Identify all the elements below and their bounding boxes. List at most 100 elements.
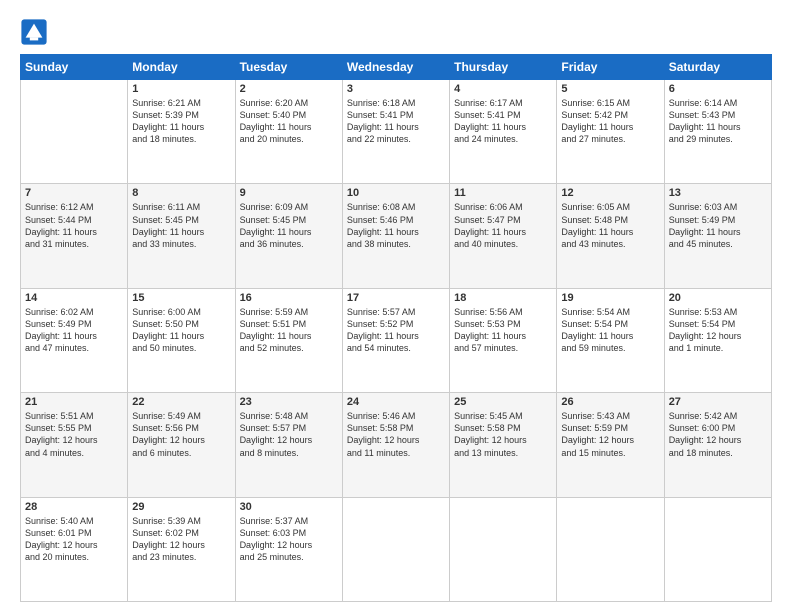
day-info: Sunrise: 5:42 AM Sunset: 6:00 PM Dayligh… bbox=[669, 410, 767, 459]
calendar-cell: 17 Sunrise: 5:57 AM Sunset: 5:52 PM Dayli… bbox=[342, 288, 449, 392]
calendar-cell bbox=[342, 497, 449, 601]
day-info: Sunrise: 6:11 AM Sunset: 5:45 PM Dayligh… bbox=[132, 201, 230, 250]
day-number: 15 bbox=[132, 292, 230, 304]
calendar-cell: 4 Sunrise: 6:17 AM Sunset: 5:41 PM Daylig… bbox=[450, 80, 557, 184]
calendar-cell: 16Sunrise: 5:59 AM Sunset: 5:51 PM Dayli… bbox=[235, 288, 342, 392]
day-number: 20 bbox=[669, 292, 767, 304]
day-number: 11 bbox=[454, 187, 552, 199]
day-number: 5 bbox=[561, 83, 659, 95]
day-info: Sunrise: 6:09 AM Sunset: 5:45 PM Dayligh… bbox=[240, 201, 338, 250]
calendar-cell: 20 Sunrise: 5:53 AM Sunset: 5:54 PM Dayli… bbox=[664, 288, 771, 392]
day-info: Sunrise: 6:18 AM Sunset: 5:41 PM Dayligh… bbox=[347, 97, 445, 146]
day-number: 16 bbox=[240, 292, 338, 304]
calendar-cell: 9Sunrise: 6:09 AM Sunset: 5:45 PM Daylig… bbox=[235, 184, 342, 288]
calendar-week-row: 21 Sunrise: 5:51 AM Sunset: 5:55 PM Dayli… bbox=[21, 393, 772, 497]
day-info: Sunrise: 5:37 AM Sunset: 6:03 PM Dayligh… bbox=[240, 515, 338, 564]
day-info: Sunrise: 6:06 AM Sunset: 5:47 PM Dayligh… bbox=[454, 201, 552, 250]
day-info: Sunrise: 6:00 AM Sunset: 5:50 PM Dayligh… bbox=[132, 306, 230, 355]
calendar-table: SundayMondayTuesdayWednesdayThursdayFrid… bbox=[20, 54, 772, 602]
day-number: 27 bbox=[669, 396, 767, 408]
day-number: 12 bbox=[561, 187, 659, 199]
weekday-header: Sunday bbox=[21, 55, 128, 80]
calendar-cell: 2 Sunrise: 6:20 AM Sunset: 5:40 PM Daylig… bbox=[235, 80, 342, 184]
day-number: 19 bbox=[561, 292, 659, 304]
calendar-cell: 14 Sunrise: 6:02 AM Sunset: 5:49 PM Dayli… bbox=[21, 288, 128, 392]
day-number: 8 bbox=[132, 187, 230, 199]
day-info: Sunrise: 5:49 AM Sunset: 5:56 PM Dayligh… bbox=[132, 410, 230, 459]
day-number: 24 bbox=[347, 396, 445, 408]
weekday-header: Wednesday bbox=[342, 55, 449, 80]
day-info: Sunrise: 6:15 AM Sunset: 5:42 PM Dayligh… bbox=[561, 97, 659, 146]
calendar-cell bbox=[664, 497, 771, 601]
day-info: Sunrise: 5:48 AM Sunset: 5:57 PM Dayligh… bbox=[240, 410, 338, 459]
day-number: 21 bbox=[25, 396, 123, 408]
day-info: Sunrise: 5:51 AM Sunset: 5:55 PM Dayligh… bbox=[25, 410, 123, 459]
day-number: 17 bbox=[347, 292, 445, 304]
day-number: 23 bbox=[240, 396, 338, 408]
day-number: 1 bbox=[132, 83, 230, 95]
weekday-header: Thursday bbox=[450, 55, 557, 80]
day-number: 18 bbox=[454, 292, 552, 304]
calendar-cell: 23 Sunrise: 5:48 AM Sunset: 5:57 PM Dayli… bbox=[235, 393, 342, 497]
calendar-cell: 26 Sunrise: 5:43 AM Sunset: 5:59 PM Dayli… bbox=[557, 393, 664, 497]
calendar-week-row: 7Sunrise: 6:12 AM Sunset: 5:44 PM Daylig… bbox=[21, 184, 772, 288]
calendar-cell: 10 Sunrise: 6:08 AM Sunset: 5:46 PM Dayli… bbox=[342, 184, 449, 288]
day-number: 25 bbox=[454, 396, 552, 408]
day-number: 13 bbox=[669, 187, 767, 199]
calendar-cell: 19 Sunrise: 5:54 AM Sunset: 5:54 PM Dayli… bbox=[557, 288, 664, 392]
day-info: Sunrise: 6:05 AM Sunset: 5:48 PM Dayligh… bbox=[561, 201, 659, 250]
day-number: 14 bbox=[25, 292, 123, 304]
calendar-cell: 8 Sunrise: 6:11 AM Sunset: 5:45 PM Daylig… bbox=[128, 184, 235, 288]
calendar-cell bbox=[450, 497, 557, 601]
day-number: 2 bbox=[240, 83, 338, 95]
weekday-header: Monday bbox=[128, 55, 235, 80]
day-info: Sunrise: 5:43 AM Sunset: 5:59 PM Dayligh… bbox=[561, 410, 659, 459]
header bbox=[20, 18, 772, 46]
calendar-cell: 7Sunrise: 6:12 AM Sunset: 5:44 PM Daylig… bbox=[21, 184, 128, 288]
calendar-cell: 13Sunrise: 6:03 AM Sunset: 5:49 PM Dayli… bbox=[664, 184, 771, 288]
day-info: Sunrise: 5:45 AM Sunset: 5:58 PM Dayligh… bbox=[454, 410, 552, 459]
calendar-cell: 1 Sunrise: 6:21 AM Sunset: 5:39 PM Daylig… bbox=[128, 80, 235, 184]
day-number: 6 bbox=[669, 83, 767, 95]
day-info: Sunrise: 6:02 AM Sunset: 5:49 PM Dayligh… bbox=[25, 306, 123, 355]
day-info: Sunrise: 5:46 AM Sunset: 5:58 PM Dayligh… bbox=[347, 410, 445, 459]
day-info: Sunrise: 6:08 AM Sunset: 5:46 PM Dayligh… bbox=[347, 201, 445, 250]
calendar-cell: 6Sunrise: 6:14 AM Sunset: 5:43 PM Daylig… bbox=[664, 80, 771, 184]
calendar-cell: 18 Sunrise: 5:56 AM Sunset: 5:53 PM Dayli… bbox=[450, 288, 557, 392]
calendar-cell: 25 Sunrise: 5:45 AM Sunset: 5:58 PM Dayli… bbox=[450, 393, 557, 497]
calendar-cell: 12 Sunrise: 6:05 AM Sunset: 5:48 PM Dayli… bbox=[557, 184, 664, 288]
calendar-cell: 11 Sunrise: 6:06 AM Sunset: 5:47 PM Dayli… bbox=[450, 184, 557, 288]
calendar-cell: 3 Sunrise: 6:18 AM Sunset: 5:41 PM Daylig… bbox=[342, 80, 449, 184]
calendar-cell: 28 Sunrise: 5:40 AM Sunset: 6:01 PM Dayli… bbox=[21, 497, 128, 601]
day-info: Sunrise: 5:40 AM Sunset: 6:01 PM Dayligh… bbox=[25, 515, 123, 564]
logo bbox=[20, 18, 52, 46]
calendar-cell bbox=[21, 80, 128, 184]
calendar-week-row: 1 Sunrise: 6:21 AM Sunset: 5:39 PM Daylig… bbox=[21, 80, 772, 184]
weekday-header-row: SundayMondayTuesdayWednesdayThursdayFrid… bbox=[21, 55, 772, 80]
logo-icon bbox=[20, 18, 48, 46]
calendar-week-row: 14 Sunrise: 6:02 AM Sunset: 5:49 PM Dayli… bbox=[21, 288, 772, 392]
day-info: Sunrise: 5:56 AM Sunset: 5:53 PM Dayligh… bbox=[454, 306, 552, 355]
day-info: Sunrise: 5:54 AM Sunset: 5:54 PM Dayligh… bbox=[561, 306, 659, 355]
calendar-cell: 5 Sunrise: 6:15 AM Sunset: 5:42 PM Daylig… bbox=[557, 80, 664, 184]
calendar-cell: 30 Sunrise: 5:37 AM Sunset: 6:03 PM Dayli… bbox=[235, 497, 342, 601]
day-info: Sunrise: 5:53 AM Sunset: 5:54 PM Dayligh… bbox=[669, 306, 767, 355]
day-number: 29 bbox=[132, 501, 230, 513]
calendar-cell: 29Sunrise: 5:39 AM Sunset: 6:02 PM Dayli… bbox=[128, 497, 235, 601]
page: SundayMondayTuesdayWednesdayThursdayFrid… bbox=[0, 0, 792, 612]
day-number: 28 bbox=[25, 501, 123, 513]
day-number: 30 bbox=[240, 501, 338, 513]
calendar-cell: 24 Sunrise: 5:46 AM Sunset: 5:58 PM Dayli… bbox=[342, 393, 449, 497]
day-number: 3 bbox=[347, 83, 445, 95]
day-number: 4 bbox=[454, 83, 552, 95]
day-info: Sunrise: 6:17 AM Sunset: 5:41 PM Dayligh… bbox=[454, 97, 552, 146]
day-info: Sunrise: 6:21 AM Sunset: 5:39 PM Dayligh… bbox=[132, 97, 230, 146]
day-info: Sunrise: 5:57 AM Sunset: 5:52 PM Dayligh… bbox=[347, 306, 445, 355]
day-info: Sunrise: 6:20 AM Sunset: 5:40 PM Dayligh… bbox=[240, 97, 338, 146]
day-number: 10 bbox=[347, 187, 445, 199]
weekday-header: Saturday bbox=[664, 55, 771, 80]
calendar-cell: 27 Sunrise: 5:42 AM Sunset: 6:00 PM Dayli… bbox=[664, 393, 771, 497]
day-number: 26 bbox=[561, 396, 659, 408]
calendar-cell: 21 Sunrise: 5:51 AM Sunset: 5:55 PM Dayli… bbox=[21, 393, 128, 497]
calendar-cell bbox=[557, 497, 664, 601]
